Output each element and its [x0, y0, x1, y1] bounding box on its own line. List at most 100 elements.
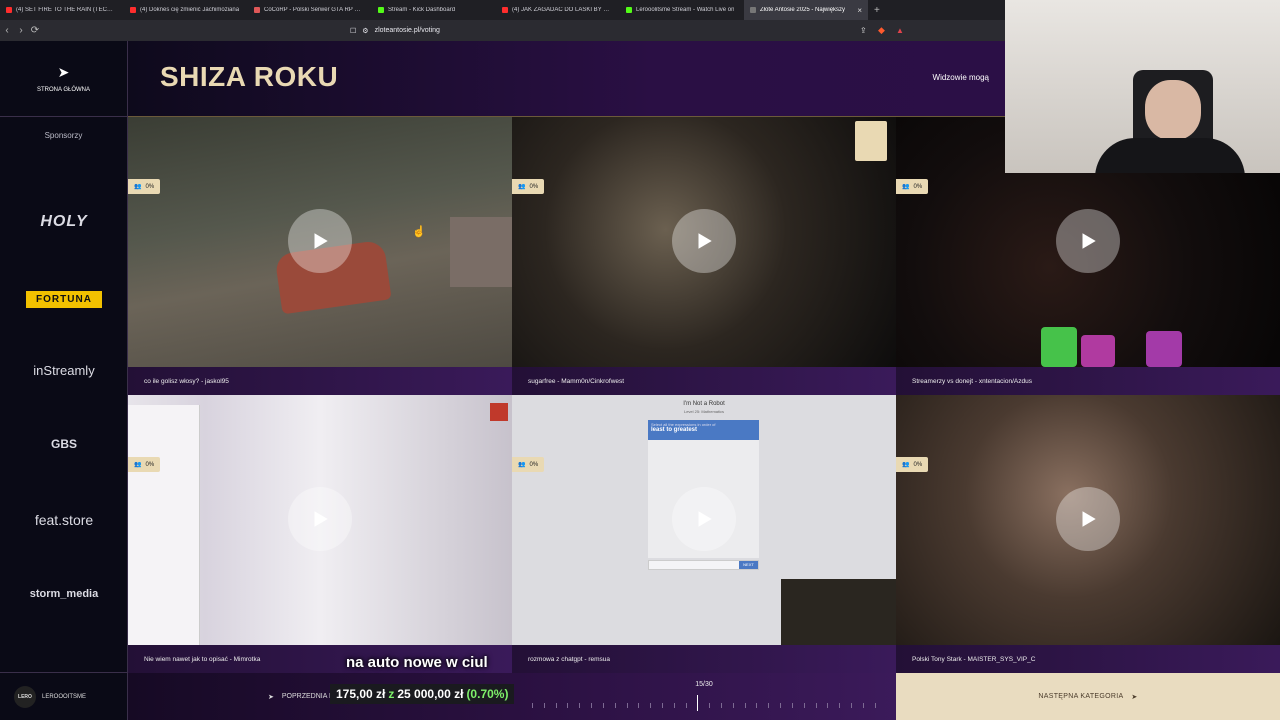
user-profile[interactable]: LERO LEROOOITSME: [0, 672, 128, 720]
reload-icon[interactable]: ⟳: [28, 25, 42, 36]
tab-favicon-icon: [626, 7, 632, 13]
tab-favicon-icon: [502, 7, 508, 13]
nominee-card[interactable]: 👥 0% Nie wiem nawet jak to opisać - Mimro…: [128, 395, 512, 673]
sponsor-logo-instreamly[interactable]: inStreamly: [0, 363, 128, 378]
sponsor-name: inStreamly: [33, 363, 95, 378]
tab-favicon-icon: [750, 7, 756, 13]
face-shape: [1145, 80, 1201, 140]
hand-cursor-icon: ☝: [412, 226, 426, 238]
sponsor-logo-holy[interactable]: HOLY: [0, 213, 128, 231]
bookmark-icon[interactable]: ☐: [350, 27, 356, 35]
home-label: STRONA GŁÓWNA: [36, 87, 90, 93]
tab-label: Złote Antosie 2025 - Największy: [760, 7, 846, 13]
brave-rewards-icon[interactable]: ▲: [896, 26, 904, 35]
category-tick: [791, 702, 793, 708]
forward-icon[interactable]: ›: [14, 25, 28, 36]
site-info-icon[interactable]: ⚙: [362, 27, 368, 35]
sponsor-logo-stormmedia[interactable]: storm_media: [0, 588, 128, 600]
nominee-avatar: [855, 121, 887, 161]
users-icon: 👥: [134, 462, 142, 468]
category-tick: [780, 702, 782, 708]
browser-tab[interactable]: (4) Doknes cię zmienić Jachimoziana: [124, 0, 248, 20]
category-tick: [602, 702, 604, 708]
browser-tab-bar: (4) SET FIRE TO THE RAIN (TECHNO) (4) Dok…: [0, 0, 1005, 20]
vote-percent-badge: 👥 0%: [128, 457, 161, 472]
category-tick: [697, 695, 699, 711]
donation-percent: (0.70%): [466, 687, 509, 701]
donation-separator: z: [388, 687, 395, 701]
tab-favicon-icon: [130, 7, 136, 13]
streamer-webcam: [1005, 0, 1280, 173]
nominee-card[interactable]: 👥 0% Polski Tony Stark - MAISTER_SYS_VIP_…: [896, 395, 1280, 673]
sponsor-name: storm_media: [29, 588, 99, 600]
vote-percent-badge: 👥 0%: [512, 179, 545, 194]
donation-goal: 175,00 zł z 25 000,00 zł (0.70%): [330, 684, 515, 704]
captcha-submit-button[interactable]: NEXT: [739, 561, 758, 569]
nominee-caption: co ile golisz włosy? - jaskol95: [128, 367, 512, 395]
nominee-card[interactable]: 👥 0% co ile golisz włosy? - jaskol95: [128, 117, 512, 395]
url-text: zloteantosie.pl/voting: [374, 27, 440, 34]
users-icon: 👥: [902, 184, 910, 190]
brave-shield-icon[interactable]: ◆: [878, 25, 885, 36]
category-tick: [579, 702, 581, 708]
address-bar: ‹ › ⟳ ☐ ⚙ zloteantosie.pl/voting ⇪ ◆ ▲: [0, 20, 1005, 41]
next-category-button[interactable]: NASTĘPNA KATEGORIA ➤: [896, 673, 1280, 720]
category-tick: [614, 702, 616, 708]
browser-tab[interactable]: (4) SET FIRE TO THE RAIN (TECHNO): [0, 0, 124, 20]
streamer-facecam: [450, 217, 512, 287]
category-tick: [839, 702, 841, 708]
sponsor-logo-gbs[interactable]: GBS: [0, 437, 128, 451]
browser-tab[interactable]: CoCoRP - Polski Serwer GTA RP Whi: [248, 0, 372, 20]
category-tick: [862, 702, 864, 708]
play-icon: [314, 233, 328, 249]
category-tick: [768, 702, 770, 708]
play-button[interactable]: [672, 487, 736, 551]
close-tab-icon[interactable]: ×: [857, 6, 862, 15]
play-button[interactable]: [672, 209, 736, 273]
percent-value: 0%: [913, 461, 923, 468]
nominee-card[interactable]: I'm Not a Robot Level 25: Mathematics Se…: [512, 395, 896, 673]
nominee-caption: Streamerzy vs donejt - xntentacion/Azdus: [896, 367, 1280, 395]
sponsor-name: FORTUNA: [26, 291, 102, 308]
cup-shape: [1146, 331, 1182, 367]
sponsor-logo-fortuna[interactable]: FORTUNA: [0, 289, 128, 308]
category-tick: [803, 702, 805, 708]
category-navigation: ➤ POPRZEDNIA KATEGORIA 15/30 NASTĘPNA KA…: [128, 673, 1280, 720]
cup-shape: [1041, 327, 1077, 367]
url-field[interactable]: ☐ ⚙ zloteantosie.pl/voting: [350, 23, 890, 38]
streamer-facecam: [781, 579, 896, 645]
category-tick: [709, 702, 711, 708]
category-tick: [555, 702, 557, 708]
play-button[interactable]: [1056, 209, 1120, 273]
play-button[interactable]: [1056, 487, 1120, 551]
play-button[interactable]: [288, 487, 352, 551]
tab-favicon-icon: [254, 7, 260, 13]
tab-favicon-icon: [6, 7, 12, 13]
users-icon: 👥: [134, 184, 142, 190]
new-tab-button[interactable]: +: [868, 5, 886, 16]
browser-tab[interactable]: Lerooolitsme Stream - Watch Live on: [620, 0, 744, 20]
tab-label: CoCoRP - Polski Serwer GTA RP Whi: [264, 7, 364, 13]
browser-tab[interactable]: Złote Antosie 2025 - Największy ×: [744, 0, 868, 20]
vote-percent-badge: 👥 0%: [512, 457, 545, 472]
category-tick: [543, 702, 545, 708]
sponsor-name: feat.store: [34, 512, 94, 528]
back-icon[interactable]: ‹: [0, 25, 14, 36]
sponsor-logo-featstore[interactable]: feat.store: [0, 512, 128, 528]
tab-label: (4) JAK ZAGADAĆ DO LASKI BY ZGR: [512, 7, 612, 13]
home-link[interactable]: ➤ STRONA GŁÓWNA: [0, 41, 127, 117]
percent-value: 0%: [529, 461, 539, 468]
nominee-card[interactable]: 👥 0% sugarfree - Mamm0n/Cinkrofwest: [512, 117, 896, 395]
browser-tab[interactable]: Stream - Kick Dashboard: [372, 0, 496, 20]
browser-tab[interactable]: (4) JAK ZAGADAĆ DO LASKI BY ZGR: [496, 0, 620, 20]
category-tick: [567, 702, 569, 708]
play-icon: [698, 233, 712, 249]
percent-value: 0%: [529, 183, 539, 190]
play-icon: [1082, 233, 1096, 249]
donation-goal-amount: 25 000,00 zł: [397, 687, 464, 701]
category-tick: [721, 702, 722, 708]
share-icon[interactable]: ⇪: [860, 26, 867, 35]
play-button[interactable]: [288, 209, 352, 273]
category-tick: [638, 702, 640, 708]
captcha-title: I'm Not a Robot: [683, 401, 725, 407]
